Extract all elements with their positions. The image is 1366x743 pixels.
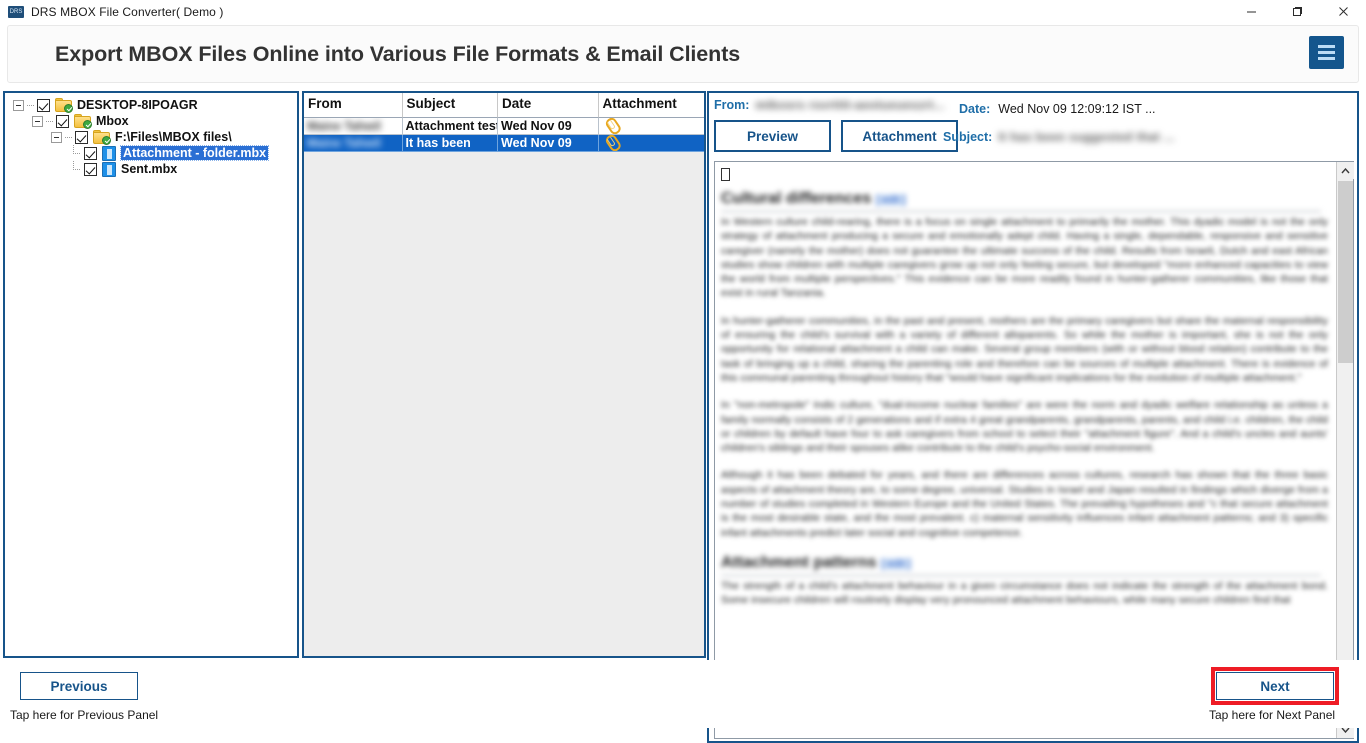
document-paragraph: In Western culture child-rearing, there …	[721, 217, 1328, 300]
next-button[interactable]: Next	[1216, 672, 1334, 700]
page-title: Export MBOX Files Online into Various Fi…	[55, 41, 741, 66]
maximize-button[interactable]	[1274, 0, 1320, 24]
tab-attachment[interactable]: Attachment	[841, 120, 958, 152]
tree-node[interactable]: Attachment - folder.mbx	[9, 145, 297, 161]
edit-link[interactable]: [ edit ]	[875, 194, 906, 206]
minimize-button[interactable]	[1228, 0, 1274, 24]
subject-field: Subject: It has been suggested that ...	[943, 130, 1175, 144]
app-header-banner: Export MBOX Files Online into Various Fi…	[7, 25, 1359, 83]
cell-subject: It has been	[402, 135, 499, 152]
close-button[interactable]	[1320, 0, 1366, 24]
from-label: From:	[714, 98, 750, 112]
chevron-up-icon[interactable]	[1337, 162, 1354, 179]
document-heading: Cultural differences [ edit ]	[721, 190, 1321, 212]
email-preview-panel: From: mtkosrs rsvrtttt-aeotueueszrt... D…	[707, 91, 1359, 743]
subject-value: It has been suggested that ...	[998, 130, 1176, 144]
cell-attachment	[598, 135, 704, 152]
tree-node-checkbox[interactable]	[84, 146, 97, 160]
hamburger-menu-icon[interactable]	[1309, 36, 1344, 69]
message-list-panel[interactable]: From Subject Date Attachment Maine Tahwi…	[302, 91, 706, 658]
table-row[interactable]: Maine Tahwil Attachment test Wed Nov 09	[304, 118, 704, 135]
tree-connector	[65, 136, 73, 138]
tree-node-checkbox[interactable]	[56, 114, 69, 128]
scrollbar-thumb[interactable]	[1338, 181, 1353, 363]
tree-node-label[interactable]: F:\Files\MBOX files\	[115, 130, 232, 144]
mbx-file-icon	[102, 145, 116, 161]
main-workspace: DESKTOP-8IPOAGR Mbox F:\Files\MBOX files\ A…	[0, 88, 1366, 743]
collapse-toggle-icon[interactable]	[51, 131, 62, 143]
tree-node-checkbox[interactable]	[75, 130, 88, 144]
window-controls	[1228, 0, 1366, 24]
footer-bar: Previous Tap here for Previous Panel Nex…	[0, 660, 1366, 728]
collapse-toggle-icon[interactable]	[32, 115, 43, 127]
edit-link[interactable]: [ edit ]	[881, 557, 911, 570]
document-paragraph: The strength of a child's attachment beh…	[721, 580, 1328, 607]
column-header-attachment[interactable]: Attachment	[598, 93, 704, 118]
previous-button[interactable]: Previous	[20, 672, 138, 700]
document-paragraph: In hunter-gatherer communities, in the p…	[721, 315, 1328, 384]
next-hint-text: Tap here for Next Panel	[1209, 708, 1336, 722]
tree-node-label[interactable]: Mbox	[96, 114, 129, 128]
tree-connector	[27, 104, 35, 106]
document-content: Cultural differences [ edit ] In Western …	[715, 162, 1336, 738]
cell-from: Maine Tahwil	[304, 135, 403, 152]
folder-icon	[93, 130, 111, 145]
from-value: mtkosrs rsvrtttt-aeotueueszrt...	[755, 98, 945, 112]
paperclip-icon	[601, 135, 619, 151]
tree-connector	[70, 145, 84, 161]
date-label: Date:	[959, 102, 991, 116]
column-header-subject[interactable]: Subject	[402, 93, 499, 118]
table-row[interactable]: Maine Tahwil It has been Wed Nov 09	[304, 135, 704, 152]
folder-tree[interactable]: DESKTOP-8IPOAGR Mbox F:\Files\MBOX files\ A…	[5, 93, 297, 177]
cell-attachment	[598, 118, 704, 135]
document-heading: Attachment patterns [ edit ]	[721, 554, 1321, 576]
window-title-bar: DRS DRS MBOX File Converter( Demo )	[0, 0, 1366, 24]
column-header-date[interactable]: Date	[498, 93, 599, 118]
document-scrollbar[interactable]	[1336, 162, 1354, 738]
folder-icon	[55, 98, 73, 113]
tree-node[interactable]: Sent.mbx	[9, 161, 297, 177]
document-viewer: Cultural differences [ edit ] In Western …	[714, 161, 1354, 739]
tree-connector	[46, 120, 54, 122]
folder-tree-panel[interactable]: DESKTOP-8IPOAGR Mbox F:\Files\MBOX files\ A…	[3, 91, 299, 658]
tab-preview[interactable]: Preview	[714, 120, 831, 152]
previous-hint-text: Tap here for Previous Panel	[10, 708, 159, 722]
from-field: From: mtkosrs rsvrtttt-aeotueueszrt...	[714, 98, 945, 112]
tree-node-label[interactable]: Attachment - folder.mbx	[119, 145, 270, 161]
preview-tabs: Preview Attachment	[714, 120, 958, 152]
email-metadata: From: mtkosrs rsvrtttt-aeotueueszrt... D…	[709, 93, 1357, 158]
cell-date: Wed Nov 09	[498, 118, 599, 135]
tree-node-label[interactable]: Sent.mbx	[121, 162, 177, 176]
date-field: Date: Wed Nov 09 12:09:12 IST ...	[959, 102, 1156, 116]
folder-icon	[74, 114, 92, 129]
window-title: DRS MBOX File Converter( Demo )	[31, 4, 224, 19]
document-paragraph: Although it has been debated for years, …	[721, 470, 1328, 539]
tree-node-checkbox[interactable]	[37, 98, 50, 112]
tree-node-checkbox[interactable]	[84, 162, 97, 176]
cell-subject: Attachment test	[402, 118, 499, 135]
mbx-file-icon	[102, 161, 116, 177]
tree-node[interactable]: DESKTOP-8IPOAGR	[9, 97, 297, 113]
cell-from: Maine Tahwil	[304, 118, 403, 135]
app-icon: DRS	[8, 5, 24, 18]
paperclip-icon	[601, 118, 619, 134]
tree-node[interactable]: F:\Files\MBOX files\	[9, 129, 297, 145]
tree-node-label[interactable]: DESKTOP-8IPOAGR	[77, 98, 198, 112]
document-paragraph: In "non-metropole" Indic culture, "dual-…	[721, 400, 1328, 455]
tree-node[interactable]: Mbox	[9, 113, 297, 129]
missing-image-placeholder	[721, 168, 730, 181]
message-list-header: From Subject Date Attachment	[304, 93, 704, 118]
column-header-from[interactable]: From	[304, 93, 403, 118]
date-value: Wed Nov 09 12:09:12 IST ...	[998, 102, 1156, 116]
cell-date: Wed Nov 09	[498, 135, 599, 152]
tree-connector	[70, 161, 84, 177]
subject-label: Subject:	[943, 130, 993, 144]
collapse-toggle-icon[interactable]	[13, 99, 24, 111]
message-list-body[interactable]: Maine Tahwil Attachment test Wed Nov 09 Mai…	[304, 118, 704, 656]
